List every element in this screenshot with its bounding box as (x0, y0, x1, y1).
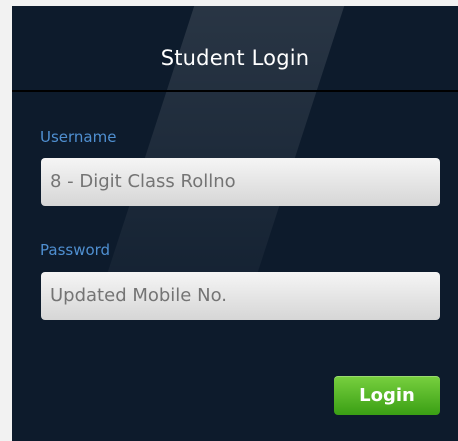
login-header: Student Login (12, 6, 458, 92)
password-label: Password (40, 241, 111, 259)
username-field[interactable]: 8 - Digit Class Rollno (41, 158, 440, 206)
username-placeholder: 8 - Digit Class Rollno (50, 171, 236, 192)
username-label: Username (40, 128, 117, 146)
password-field[interactable]: Updated Mobile No. (41, 272, 440, 320)
student-login-panel: Student Login Username 8 - Digit Class R… (0, 0, 458, 441)
page-title: Student Login (160, 46, 310, 70)
password-placeholder: Updated Mobile No. (50, 285, 227, 306)
login-button-label: Login (359, 384, 415, 406)
login-button[interactable]: Login (334, 376, 440, 415)
